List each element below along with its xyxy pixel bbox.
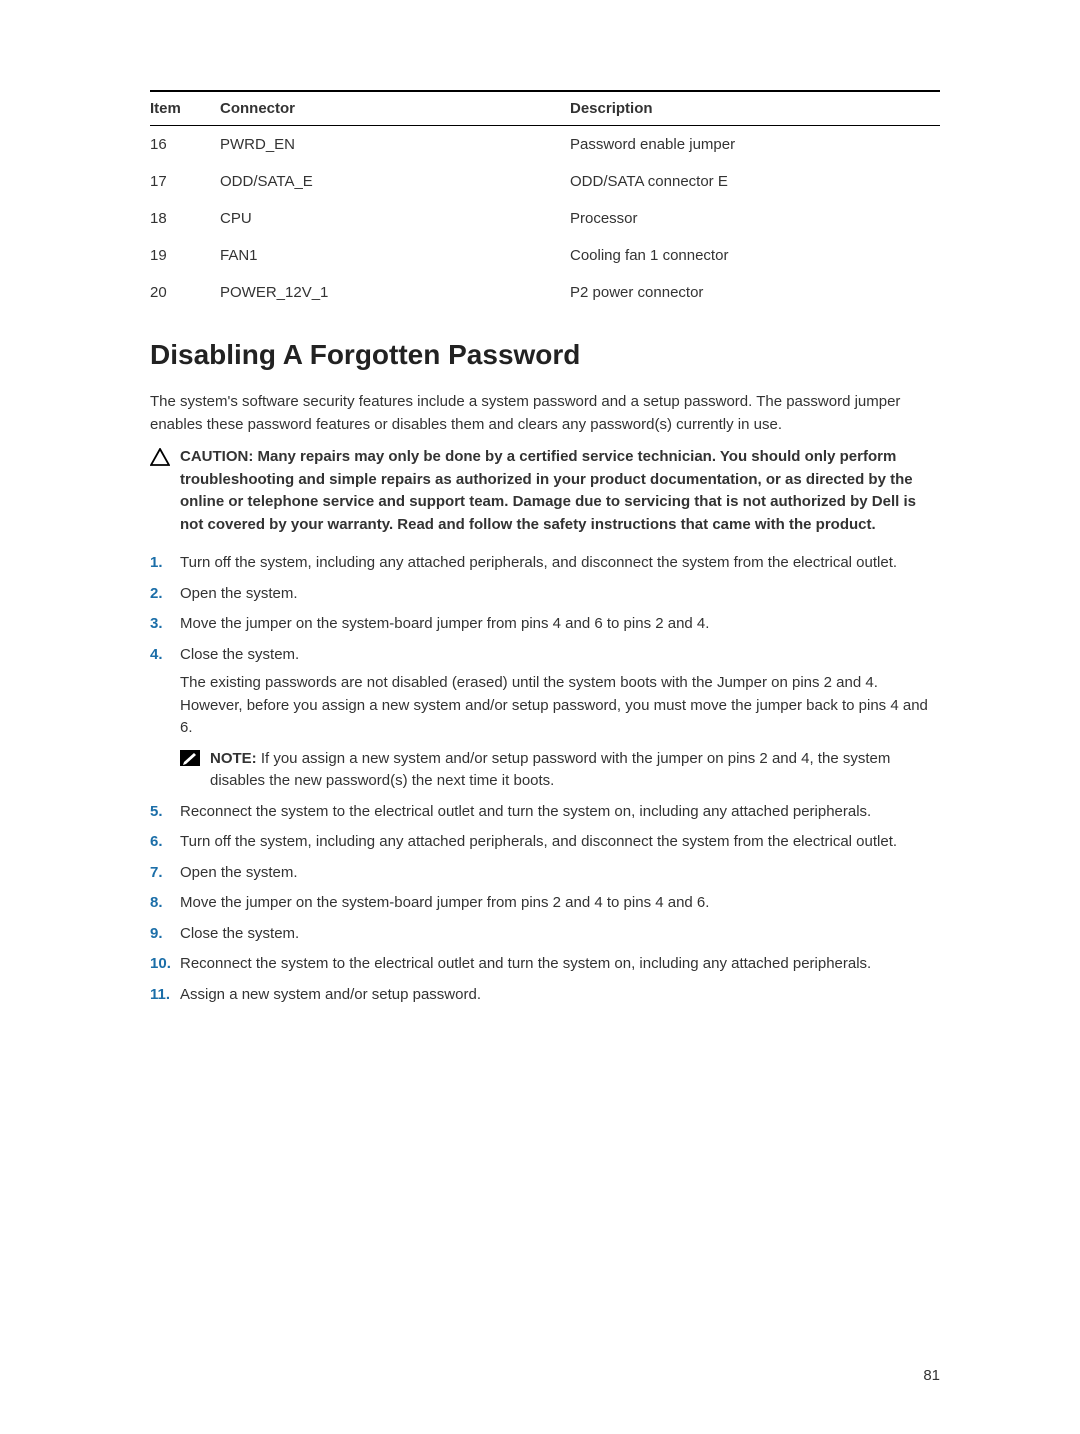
step-item: Assign a new system and/or setup passwor… xyxy=(150,984,940,1007)
step-text: Turn off the system, including any attac… xyxy=(180,833,897,850)
note-text: NOTE: If you assign a new system and/or … xyxy=(210,748,940,793)
step-item: Close the system. xyxy=(150,923,940,946)
cell-description: Cooling fan 1 connector xyxy=(570,237,940,274)
step-item: Open the system. xyxy=(150,862,940,885)
cell-description: Processor xyxy=(570,200,940,237)
cell-connector: ODD/SATA_E xyxy=(220,163,570,200)
cell-description: P2 power connector xyxy=(570,274,940,311)
cell-description: ODD/SATA connector E xyxy=(570,163,940,200)
page-number: 81 xyxy=(923,1367,940,1384)
note-body: If you assign a new system and/or setup … xyxy=(210,750,890,790)
cell-item: 19 xyxy=(150,237,220,274)
intro-paragraph: The system's software security features … xyxy=(150,391,940,436)
step-item: Move the jumper on the system-board jump… xyxy=(150,613,940,636)
cell-item: 17 xyxy=(150,163,220,200)
cell-connector: FAN1 xyxy=(220,237,570,274)
cell-item: 16 xyxy=(150,126,220,164)
step-text: Reconnect the system to the electrical o… xyxy=(180,955,871,972)
header-item: Item xyxy=(150,91,220,126)
cell-connector: CPU xyxy=(220,200,570,237)
step-subpara: The existing passwords are not disabled … xyxy=(180,672,940,740)
caution-text: CAUTION: Many repairs may only be done b… xyxy=(180,446,940,536)
table-row: 16 PWRD_EN Password enable jumper xyxy=(150,126,940,164)
cell-item: 20 xyxy=(150,274,220,311)
step-text: Turn off the system, including any attac… xyxy=(180,554,897,571)
step-text: Move the jumper on the system-board jump… xyxy=(180,615,709,632)
step-text: Reconnect the system to the electrical o… xyxy=(180,803,871,820)
step-item: Move the jumper on the system-board jump… xyxy=(150,892,940,915)
step-item: Turn off the system, including any attac… xyxy=(150,831,940,854)
step-text: Move the jumper on the system-board jump… xyxy=(180,894,709,911)
table-row: 17 ODD/SATA_E ODD/SATA connector E xyxy=(150,163,940,200)
steps-list: Turn off the system, including any attac… xyxy=(150,552,940,1006)
cell-connector: PWRD_EN xyxy=(220,126,570,164)
page-title: Disabling A Forgotten Password xyxy=(150,339,940,371)
header-connector: Connector xyxy=(220,91,570,126)
step-text: Assign a new system and/or setup passwor… xyxy=(180,986,481,1003)
step-text: Open the system. xyxy=(180,585,298,602)
note-block: NOTE: If you assign a new system and/or … xyxy=(180,748,940,793)
step-item: Turn off the system, including any attac… xyxy=(150,552,940,575)
cell-item: 18 xyxy=(150,200,220,237)
caution-block: CAUTION: Many repairs may only be done b… xyxy=(150,446,940,536)
connector-table: Item Connector Description 16 PWRD_EN Pa… xyxy=(150,90,940,311)
step-item: Reconnect the system to the electrical o… xyxy=(150,953,940,976)
step-item: Close the system. The existing passwords… xyxy=(150,644,940,793)
table-row: 18 CPU Processor xyxy=(150,200,940,237)
step-item: Reconnect the system to the electrical o… xyxy=(150,801,940,824)
cell-description: Password enable jumper xyxy=(570,126,940,164)
caution-triangle-icon xyxy=(150,448,170,536)
note-label: NOTE: xyxy=(210,750,257,767)
step-text: Open the system. xyxy=(180,864,298,881)
step-text: Close the system. xyxy=(180,646,299,663)
note-pencil-icon xyxy=(180,750,200,793)
step-item: Open the system. xyxy=(150,583,940,606)
table-row: 20 POWER_12V_1 P2 power connector xyxy=(150,274,940,311)
step-text: Close the system. xyxy=(180,925,299,942)
table-row: 19 FAN1 Cooling fan 1 connector xyxy=(150,237,940,274)
cell-connector: POWER_12V_1 xyxy=(220,274,570,311)
header-description: Description xyxy=(570,91,940,126)
